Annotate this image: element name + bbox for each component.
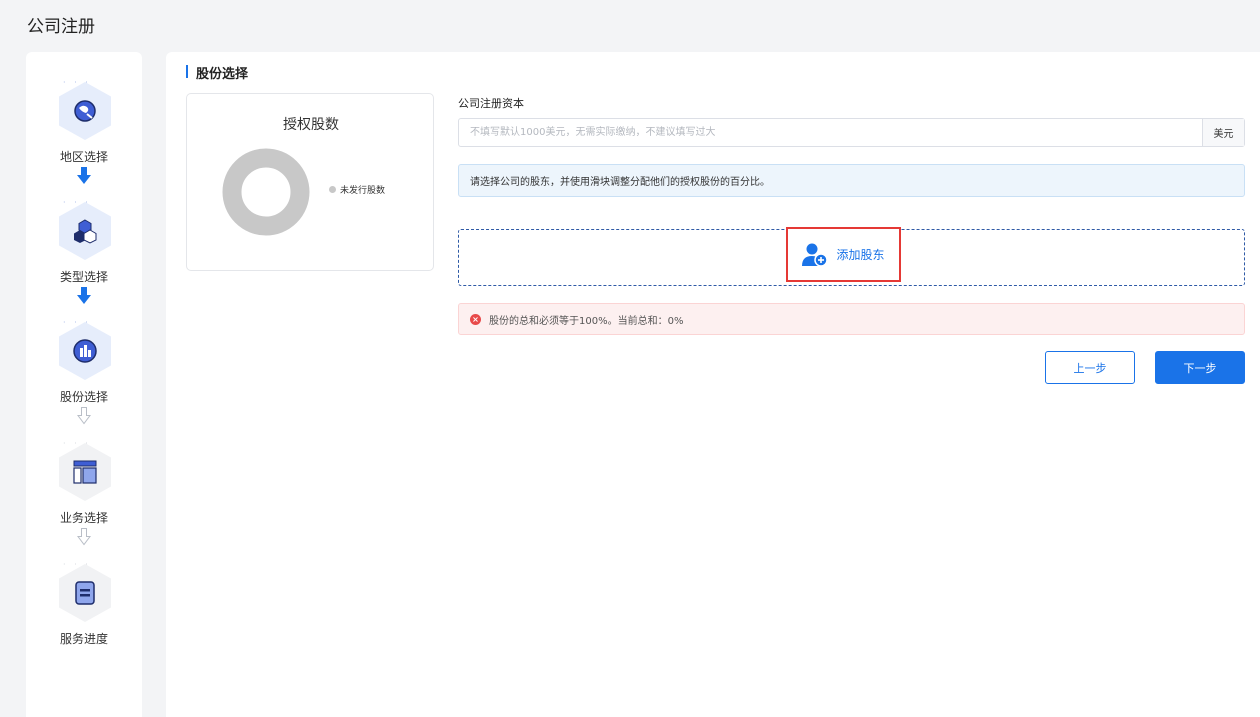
prev-button[interactable]: 上一步 bbox=[1045, 351, 1135, 384]
step-label-type: 类型选择 bbox=[59, 270, 108, 284]
capital-input-group: 美元 bbox=[458, 118, 1245, 147]
progress-icon bbox=[75, 581, 95, 605]
section-title: 股份选择 bbox=[186, 63, 248, 82]
shares-icon bbox=[73, 339, 97, 363]
arrow-down-outline-icon bbox=[77, 528, 91, 546]
add-user-icon bbox=[802, 243, 829, 267]
step-label-business: 业务选择 bbox=[59, 511, 108, 525]
chart-title: 授权股数 bbox=[283, 117, 339, 133]
shares-donut-chart bbox=[222, 148, 310, 236]
add-shareholder-label: 添加股东 bbox=[836, 248, 885, 262]
page-title: 公司注册 bbox=[27, 17, 95, 37]
capital-label: 公司注册资本 bbox=[458, 97, 524, 110]
arrow-down-icon bbox=[77, 167, 91, 184]
currency-suffix: 美元 bbox=[1202, 119, 1244, 146]
authorized-shares-card: 授权股数 未发行股数 bbox=[186, 93, 434, 271]
step-label-progress: 服务进度 bbox=[59, 632, 108, 646]
info-alert: 请选择公司的股东，并使用滑块调整分配他们的授权股份的百分比。 bbox=[458, 164, 1245, 197]
region-icon bbox=[74, 100, 96, 122]
step-sidebar: · · · 地区选择 · · · 类型选择 · · · 股份选择 · · · 业… bbox=[26, 52, 142, 717]
error-text: 股份的总和必须等于100%。当前总和：0% bbox=[489, 315, 684, 327]
business-icon bbox=[73, 460, 97, 484]
next-button[interactable]: 下一步 bbox=[1155, 351, 1245, 384]
arrow-down-icon bbox=[77, 287, 91, 304]
arrow-down-outline-icon bbox=[77, 407, 91, 425]
legend-label: 未发行股数 bbox=[340, 186, 386, 196]
step-label-shares: 股份选择 bbox=[59, 390, 108, 404]
error-icon: × bbox=[470, 313, 481, 325]
add-shareholder-button[interactable]: 添加股东 bbox=[786, 227, 901, 282]
add-shareholder-area: 添加股东 bbox=[458, 227, 1245, 286]
error-alert: × 股份的总和必须等于100%。当前总和：0% bbox=[458, 303, 1245, 335]
donut-slice-unissued bbox=[222, 148, 310, 236]
type-icon bbox=[74, 219, 97, 244]
info-text: 请选择公司的股东，并使用滑块调整分配他们的授权股份的百分比。 bbox=[470, 177, 770, 188]
capital-input[interactable] bbox=[459, 119, 1202, 146]
chart-legend: 未发行股数 bbox=[329, 183, 385, 196]
legend-dot bbox=[329, 186, 336, 193]
step-label-region: 地区选择 bbox=[59, 150, 108, 164]
